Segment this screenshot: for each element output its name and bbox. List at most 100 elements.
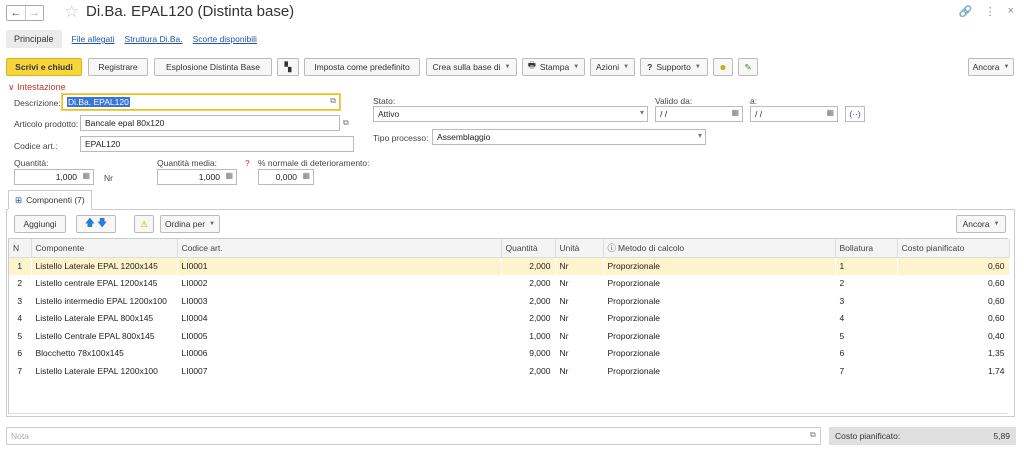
move-buttons: 🡅 🡇	[76, 215, 116, 233]
add-component-button[interactable]: Aggiungi	[14, 215, 66, 233]
col-unita[interactable]: Unità	[555, 239, 604, 258]
cell-cost: 0,60	[987, 313, 1005, 324]
support-button[interactable]: ? Supporto ▼	[640, 58, 708, 76]
calculator-icon[interactable]: ▦	[82, 171, 90, 180]
question-icon: ?	[647, 62, 653, 72]
cell-unit: Nr	[559, 348, 569, 359]
chevron-down-icon: ∨	[8, 82, 18, 92]
cell-method: Proporzionale	[607, 365, 660, 376]
cell-name: Blocchetto 78x100x145	[35, 348, 124, 359]
col-metodo[interactable]: ⓘ Metodo di calcolo	[603, 239, 836, 258]
components-table: N Componente Codice art. Quantità Unità …	[8, 238, 1010, 414]
cell-stamp: 7	[839, 365, 845, 376]
print-button[interactable]: 🖶 Stampa ▼	[522, 58, 585, 76]
move-down-icon[interactable]: 🡇	[97, 216, 107, 233]
explode-bom-button[interactable]: Esplosione Distinta Base	[154, 58, 272, 76]
calendar-icon[interactable]: ▦	[731, 108, 739, 117]
a-field[interactable]: / / ▦	[750, 106, 838, 122]
tab-componenti[interactable]: ⊞ Componenti (7)	[8, 190, 92, 210]
period-icon-button[interactable]: (··)	[845, 106, 865, 122]
structure-icon-button[interactable]: ▚	[277, 58, 299, 76]
cell-cost: 0,60	[987, 295, 1005, 306]
table-row[interactable]: 2 Listello centrale EPAL 1200x145 LI0002 2,…	[9, 275, 1009, 293]
period-icon: (··)	[849, 109, 861, 119]
articolo-field[interactable]: Bancale epal 80x120	[80, 115, 340, 131]
edit-icon-button[interactable]: ✎	[738, 58, 758, 76]
calculator-icon[interactable]: ▦	[225, 171, 233, 180]
forward-button[interactable]: →	[25, 6, 43, 20]
tab-file-allegati[interactable]: File allegati	[72, 34, 115, 44]
quantita-media-field[interactable]: 1,000 ▦	[157, 169, 237, 185]
col-componente[interactable]: Componente	[31, 239, 178, 258]
open-link-icon[interactable]: ⧉	[330, 96, 336, 106]
calendar-icon[interactable]: ▦	[826, 108, 834, 117]
codice-field[interactable]: EPAL120	[80, 136, 354, 152]
create-based-button[interactable]: Crea sulla base di ▼	[426, 58, 517, 76]
help-mark[interactable]: ?	[245, 158, 250, 168]
open-link-icon[interactable]: ⧉	[810, 430, 816, 440]
valido-da-field[interactable]: / / ▦	[655, 106, 743, 122]
cell-code: LI0001	[177, 257, 501, 275]
cell-name: Listello intermedio EPAL 1200x100	[35, 295, 167, 306]
cell-name: Listello Laterale EPAL 1200x145	[31, 257, 177, 275]
quantita-field[interactable]: 1,000 ▦	[14, 169, 94, 185]
register-button[interactable]: Registrare	[88, 58, 148, 76]
warning-icon-button[interactable]: ⚠	[134, 215, 154, 233]
back-button[interactable]: ←	[7, 6, 25, 20]
cell-method: Proporzionale	[607, 348, 660, 359]
chevron-down-icon: ▾	[639, 108, 644, 117]
table-row[interactable]: 1 Listello Laterale EPAL 1200x145 LI0001 2,…	[9, 257, 1009, 275]
table-row[interactable]: 3 Listello intermedio EPAL 1200x100 LI0003…	[9, 292, 1009, 310]
col-metodo-label: Metodo di calcolo	[618, 242, 685, 253]
tipo-processo-select[interactable]: Assemblaggio ▾	[432, 129, 706, 145]
a-value: / /	[755, 109, 763, 119]
actions-button[interactable]: Azioni ▼	[590, 58, 635, 76]
col-codice[interactable]: Codice art.	[177, 239, 502, 258]
col-bollatura[interactable]: Bollatura	[835, 239, 898, 258]
window-controls: 🔗 ⋮ ×	[959, 5, 1014, 18]
col-costo[interactable]: Costo pianificato	[897, 239, 1010, 258]
table-row[interactable]: 5 Listello Centrale EPAL 800x145 LI0005 1,0…	[9, 327, 1009, 345]
tab-principale[interactable]: Principale	[6, 30, 62, 48]
more-icon[interactable]: ⋮	[985, 5, 996, 18]
set-default-button[interactable]: Imposta come predefinito	[304, 58, 420, 76]
cell-qty: 2,000	[529, 278, 551, 289]
deterioramento-field[interactable]: 0,000 ▦	[258, 169, 314, 185]
tab-componenti-label: Componenti (7)	[26, 195, 85, 205]
write-close-button[interactable]: Scrivi e chiudi	[6, 58, 82, 76]
stato-select[interactable]: Attivo ▾	[373, 106, 648, 122]
page-title: Di.Ba. EPAL120 (Distinta base)	[86, 3, 295, 20]
section-header[interactable]: ∨ Intestazione	[8, 82, 66, 93]
close-icon[interactable]: ×	[1008, 5, 1014, 18]
table-row[interactable]: 7 Listello Laterale EPAL 1200x100 LI0007 2,…	[9, 362, 1009, 380]
components-more-button[interactable]: Ancora ▼	[956, 215, 1006, 233]
cell-qty: 2,000	[529, 365, 551, 376]
more-button[interactable]: Ancora ▼	[968, 58, 1014, 76]
cell-method: Proporzionale	[607, 313, 660, 324]
table-row[interactable]: 6 Blocchetto 78x100x145 LI0006 9,000 Nr Propo…	[9, 345, 1009, 363]
cell-n: 5	[17, 330, 23, 341]
cell-code: LI0003	[181, 295, 208, 306]
move-up-icon[interactable]: 🡅	[85, 216, 95, 233]
tipo-processo-label: Tipo processo:	[373, 133, 429, 143]
planned-cost-total: Costo pianificato: 5,89	[829, 427, 1016, 445]
col-quantita[interactable]: Quantità	[501, 239, 556, 258]
note-field[interactable]: Nota	[6, 427, 821, 445]
calculator-icon[interactable]: ▦	[302, 171, 310, 180]
col-n[interactable]: N	[9, 239, 32, 258]
chevron-down-icon: ▼	[209, 221, 216, 227]
link-icon[interactable]: 🔗	[959, 5, 973, 18]
tab-struttura[interactable]: Struttura Di.Ba.	[125, 34, 183, 44]
set-default-label: Imposta come predefinito	[314, 62, 410, 72]
user-icon-button[interactable]: ☻	[713, 58, 733, 76]
table-row[interactable]: 4 Listello Laterale EPAL 800x145 LI0004 2,0…	[9, 310, 1009, 328]
chevron-down-icon: ▼	[623, 64, 630, 70]
sort-button[interactable]: Ordina per ▼	[160, 215, 220, 233]
cell-n: 3	[17, 295, 23, 306]
cell-n: 4	[17, 313, 23, 324]
open-link-icon[interactable]: ⧉	[343, 118, 349, 128]
tab-scorte[interactable]: Scorte disponibili	[193, 34, 257, 44]
chevron-down-icon: ▼	[573, 64, 580, 70]
descrizione-field[interactable]: Di.Ba. EPAL120 ⧉	[62, 94, 340, 110]
favorite-star-icon[interactable]: ☆	[64, 2, 79, 22]
